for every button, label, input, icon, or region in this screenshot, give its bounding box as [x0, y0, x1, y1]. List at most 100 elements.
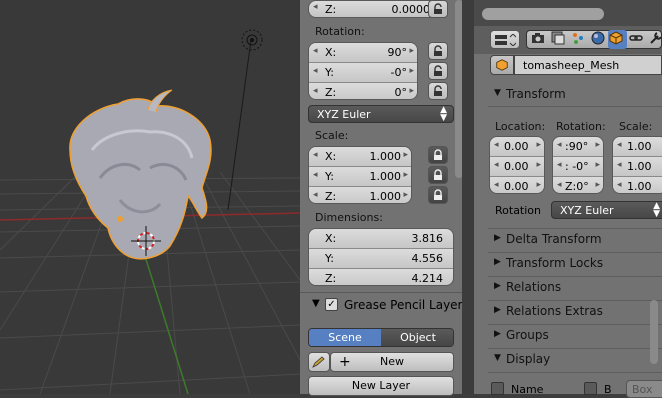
render-layers-tab[interactable] — [550, 30, 569, 49]
render-layers-icon — [551, 31, 565, 45]
rotation-y-field[interactable]: ◂ Y: -0° ▸ — [309, 63, 417, 83]
3d-viewport[interactable] — [0, 0, 300, 394]
dimensions-fields: X: 3.816 Y: 4.556 Z: 4.214 — [308, 228, 454, 286]
scale-x-field[interactable]: ◂ X: 1.000 ▸ — [309, 147, 411, 167]
rotation-mode-label: Rotation — [495, 204, 542, 217]
rotation-x-field[interactable]: ◂ X: 90° ▸ — [309, 43, 417, 63]
scale-fields: ◂ 1.00 ◂ 1.00 ◂ 1.00 — [612, 136, 662, 194]
transform-panel-header[interactable]: ▼ Transform — [488, 84, 662, 106]
lamp-icon — [241, 29, 263, 51]
display-name-label: Name — [511, 383, 544, 396]
object-name-field[interactable]: tomasheep_Mesh — [514, 55, 662, 75]
display-name-checkbox[interactable] — [491, 382, 504, 395]
pencil-icon — [312, 356, 325, 368]
viewport-scene — [0, 29, 300, 394]
object-cube-icon — [609, 31, 623, 45]
rotation-z-field[interactable]: ◂Z:0°▸ — [309, 83, 417, 99]
scale-y-field[interactable]: ◂ Y: 1.000 ▸ — [309, 167, 411, 187]
camera-icon — [532, 33, 544, 43]
gp-object-tab[interactable]: Object — [381, 329, 453, 346]
object-type-button[interactable] — [490, 55, 514, 75]
properties-editor-icon — [495, 34, 516, 46]
properties-header — [474, 0, 662, 26]
scale-z-field[interactable]: ◂ 1.00 — [613, 177, 662, 193]
gp-new-layer-button[interactable]: New Layer — [308, 376, 454, 396]
rotation-mode-dropdown[interactable]: XYZ Euler ▲ ▼ — [308, 105, 454, 123]
display-bounds-label: B — [604, 383, 612, 396]
rotation-mode-dropdown[interactable]: XYZ Euler ▲ ▼ — [551, 201, 662, 219]
relations-panel-header[interactable]: ▶ Relations — [488, 277, 662, 299]
expand-triangle-icon: ▶ — [494, 233, 501, 243]
location-label: Location: — [495, 120, 546, 133]
properties-scrollbar[interactable] — [650, 300, 658, 364]
scale-x-field[interactable]: ◂ 1.00 — [613, 137, 662, 157]
transform-locks-panel-header[interactable]: ▶ Transform Locks — [488, 253, 662, 275]
world-tab[interactable] — [590, 30, 609, 49]
location-z-field[interactable]: ◂Z: 0.00000▸ — [308, 0, 446, 18]
groups-panel-header[interactable]: ▶ Groups — [488, 325, 662, 347]
render-tab[interactable] — [530, 30, 549, 49]
grease-pencil-title: Grease Pencil Layers — [344, 298, 469, 312]
modifiers-tab[interactable] — [648, 30, 662, 49]
rotation-x-field[interactable]: ◂:90° ▸ — [553, 137, 603, 157]
lock-icon — [434, 169, 442, 180]
display-panel-header[interactable]: ▼ Display — [488, 349, 662, 371]
scale-y-field[interactable]: ◂ 1.00 — [613, 157, 662, 177]
updown-arrow-icon: ▲ ▼ — [440, 105, 447, 123]
scene-tab[interactable] — [570, 30, 589, 49]
scale-x-lock-button[interactable] — [428, 146, 448, 164]
lamp-line — [227, 39, 252, 211]
object-cube-icon — [496, 59, 508, 71]
rotation-label: Rotation: — [556, 120, 606, 133]
editor-type-button[interactable] — [490, 30, 520, 49]
unlock-icon — [434, 45, 442, 56]
n-panel: ◂Z: 0.00000▸ Rotation: ◂X:90°▸ ◂Y:-0°▸ ◂… — [300, 0, 469, 396]
rotation-y-field[interactable]: ◂: -0° ▸ — [553, 157, 603, 177]
lock-icon — [434, 3, 442, 14]
rotation-z-field[interactable]: ◂Z:0°▸ — [553, 177, 603, 193]
bounds-type-dropdown[interactable]: Box — [626, 380, 662, 398]
rotation-x-lock-button[interactable] — [428, 42, 448, 60]
lock-icon — [434, 149, 442, 160]
scale-z-field[interactable]: ◂ Z: 1.000 ▸ — [309, 187, 411, 203]
location-y-field[interactable]: ◂ 0.00 ▸ — [490, 157, 544, 177]
rotation-fields: ◂ X: 90° ▸ ◂ Y: -0° ▸ ◂ Z: 0° ▸ — [308, 42, 418, 100]
gp-source-toggle: Scene Object — [308, 328, 454, 347]
divider — [300, 292, 462, 293]
location-fields: ◂ 0.00 ▸ ◂ 0.00 ▸ ◂ 0.00 ▸ — [489, 136, 545, 194]
pencil-dropdown-button[interactable] — [308, 352, 330, 372]
location-x-field[interactable]: ◂ 0.00 ▸ — [490, 137, 544, 157]
expand-triangle-icon: ▶ — [494, 257, 501, 267]
region-divider[interactable] — [462, 0, 474, 394]
location-z-lock-button[interactable] — [428, 0, 448, 18]
scale-z-lock-button[interactable] — [428, 186, 448, 204]
relations-extras-panel-header[interactable]: ▶ Relations Extras — [488, 301, 662, 323]
unlock-icon — [434, 85, 442, 96]
scale-fields: ◂ X: 1.000 ▸ ◂ Y: 1.000 ▸ ◂ Z: 1.000 ▸ — [308, 146, 412, 204]
header-scrollbar[interactable] — [482, 8, 604, 20]
gp-scene-tab[interactable]: Scene — [309, 329, 381, 346]
plus-icon: + — [339, 354, 351, 370]
constraints-tab[interactable] — [628, 30, 647, 49]
dimensions-x-field[interactable]: X: 3.816 — [309, 229, 453, 249]
collapse-triangle-icon[interactable]: ▼ — [312, 298, 320, 309]
updown-arrow-icon: ▲ ▼ — [653, 201, 660, 219]
grease-pencil-checkbox[interactable]: ✓ — [325, 298, 338, 311]
delta-transform-panel-header[interactable]: ▶ Delta Transform — [488, 229, 662, 251]
display-bounds-checkbox[interactable] — [584, 382, 597, 395]
scene-icon — [573, 33, 583, 44]
dimensions-y-field[interactable]: Y: 4.556 — [309, 249, 453, 269]
expand-triangle-icon: ▶ — [494, 329, 501, 339]
location-z-field[interactable]: ◂ 0.00 ▸ — [490, 177, 544, 193]
world-icon — [591, 31, 605, 45]
expand-triangle-icon: ▶ — [494, 305, 501, 315]
rotation-z-lock-button[interactable] — [428, 82, 448, 100]
scale-label: Scale: — [619, 120, 653, 133]
gp-new-button[interactable]: + New — [330, 352, 454, 372]
rotation-y-lock-button[interactable] — [428, 62, 448, 80]
dimensions-z-field[interactable]: Z: 4.214 — [309, 269, 453, 285]
scale-y-lock-button[interactable] — [428, 166, 448, 184]
object-tab[interactable] — [608, 30, 627, 49]
expand-triangle-icon: ▶ — [494, 281, 501, 291]
scale-label: Scale: — [315, 129, 349, 142]
